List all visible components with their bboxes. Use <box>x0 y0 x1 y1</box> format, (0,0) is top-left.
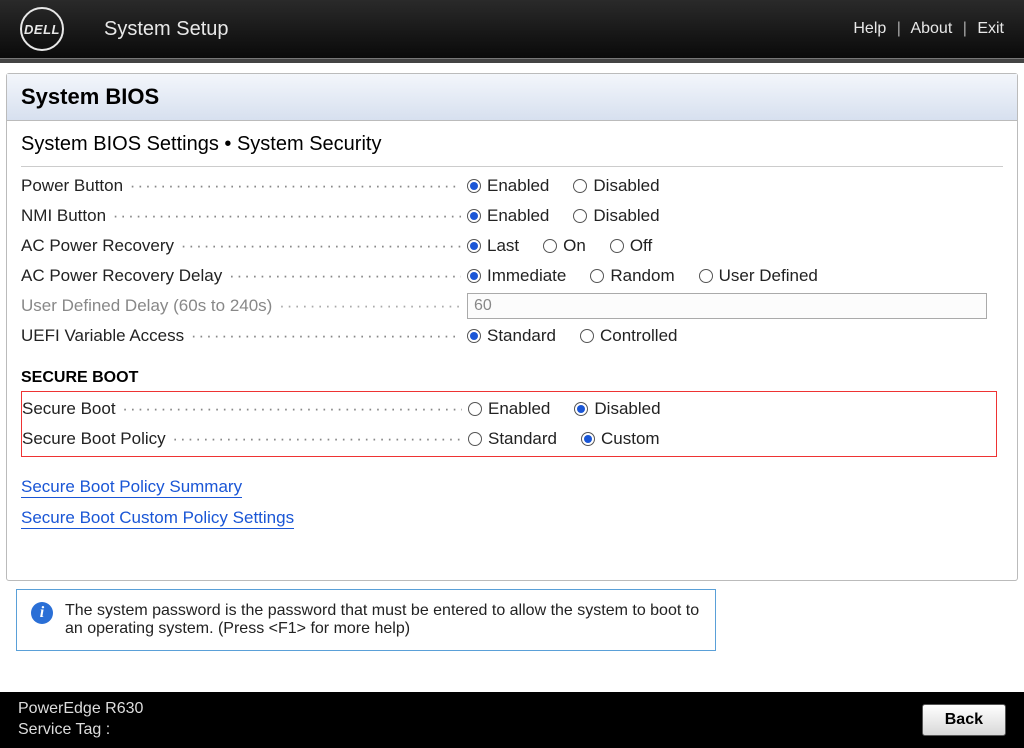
opts-power-button: Enabled Disabled <box>461 176 997 196</box>
label-secure-boot: Secure Boot <box>22 399 462 419</box>
separator: | <box>963 20 967 37</box>
label-secure-boot-policy: Secure Boot Policy <box>22 429 462 449</box>
info-icon: i <box>31 602 53 624</box>
exit-link[interactable]: Exit <box>977 20 1004 37</box>
divider <box>0 58 1024 63</box>
radio-uefi-controlled[interactable]: Controlled <box>580 326 678 346</box>
label-user-defined-delay: User Defined Delay (60s to 240s) <box>21 296 461 316</box>
radio-ac-last[interactable]: Last <box>467 236 519 256</box>
radio-power-button-enabled[interactable]: Enabled <box>467 176 549 196</box>
radio-ac-off[interactable]: Off <box>610 236 652 256</box>
radio-uefi-standard[interactable]: Standard <box>467 326 556 346</box>
separator: | <box>897 20 901 37</box>
radio-policy-standard[interactable]: Standard <box>468 429 557 449</box>
dell-logo: DELL <box>20 7 64 51</box>
bios-card: System BIOS System BIOS Settings • Syste… <box>6 73 1018 581</box>
radio-delay-immediate[interactable]: Immediate <box>467 266 566 286</box>
row-uefi-var-access: UEFI Variable Access Standard Controlled <box>21 321 997 351</box>
label-uefi-var-access: UEFI Variable Access <box>21 326 461 346</box>
secure-boot-section-title: SECURE BOOT <box>21 369 997 387</box>
breadcrumb: System BIOS Settings • System Security <box>21 133 1003 156</box>
secure-boot-policy-summary-link[interactable]: Secure Boot Policy Summary <box>21 477 242 498</box>
model-name: PowerEdge R630 <box>18 699 143 720</box>
radio-power-button-disabled[interactable]: Disabled <box>573 176 659 196</box>
label-ac-recovery: AC Power Recovery <box>21 236 461 256</box>
label-ac-recovery-delay: AC Power Recovery Delay <box>21 266 461 286</box>
back-button[interactable]: Back <box>922 704 1006 736</box>
label-nmi-button: NMI Button <box>21 206 461 226</box>
radio-nmi-enabled[interactable]: Enabled <box>467 206 549 226</box>
label-power-button: Power Button <box>21 176 461 196</box>
radio-secureboot-enabled[interactable]: Enabled <box>468 399 550 419</box>
about-link[interactable]: About <box>910 20 952 37</box>
radio-delay-userdef[interactable]: User Defined <box>699 266 818 286</box>
row-secure-boot-policy: Secure Boot Policy Standard Custom <box>22 424 992 454</box>
card-title: System BIOS <box>7 74 1017 121</box>
help-link[interactable]: Help <box>853 20 886 37</box>
row-ac-recovery: AC Power Recovery Last On Off <box>21 231 997 261</box>
radio-policy-custom[interactable]: Custom <box>581 429 660 449</box>
system-info: PowerEdge R630 Service Tag : <box>18 699 143 741</box>
top-links: Help | About | Exit <box>853 20 1004 38</box>
service-tag-label: Service Tag : <box>18 721 110 738</box>
radio-ac-on[interactable]: On <box>543 236 586 256</box>
row-nmi-button: NMI Button Enabled Disabled <box>21 201 997 231</box>
secure-boot-highlight: Secure Boot Enabled Disabled Secure Boot… <box>21 391 997 457</box>
row-power-button: Power Button Enabled Disabled <box>21 171 997 201</box>
radio-nmi-disabled[interactable]: Disabled <box>573 206 659 226</box>
radio-secureboot-disabled[interactable]: Disabled <box>574 399 660 419</box>
secure-boot-custom-policy-link[interactable]: Secure Boot Custom Policy Settings <box>21 508 294 529</box>
row-user-defined-delay: User Defined Delay (60s to 240s) <box>21 291 997 321</box>
row-secure-boot: Secure Boot Enabled Disabled <box>22 394 992 424</box>
row-ac-recovery-delay: AC Power Recovery Delay Immediate Random… <box>21 261 997 291</box>
radio-delay-random[interactable]: Random <box>590 266 674 286</box>
user-defined-delay-input <box>467 293 987 319</box>
top-bar: DELL System Setup Help | About | Exit <box>0 0 1024 58</box>
settings-scroll-area[interactable]: Power Button Enabled Disabled NMI Button… <box>21 166 1003 566</box>
bottom-bar: PowerEdge R630 Service Tag : Back <box>0 692 1024 748</box>
info-panel: i The system password is the password th… <box>16 589 716 651</box>
app-title: System Setup <box>104 18 229 41</box>
info-text: The system password is the password that… <box>65 602 701 638</box>
